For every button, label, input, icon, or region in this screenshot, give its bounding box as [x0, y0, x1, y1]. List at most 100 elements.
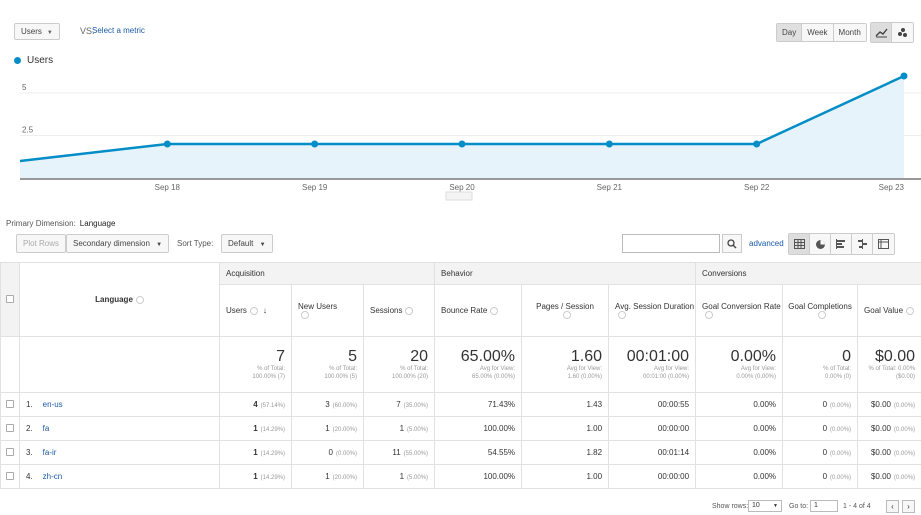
prev-page-button[interactable]: ‹ — [886, 500, 899, 513]
plot-rows-button[interactable]: Plot Rows — [16, 234, 67, 253]
goal-completions-value: 0 — [822, 448, 828, 457]
new-users-cell: 1 (20.00%) — [291, 416, 364, 441]
goto-input[interactable]: 1 — [810, 500, 838, 512]
avg-duration-cell: 00:00:00 — [608, 416, 697, 441]
metric-select[interactable]: Users ▼ — [14, 23, 60, 40]
data-view-button[interactable] — [789, 234, 810, 254]
line-chart-button[interactable] — [871, 23, 892, 42]
chevron-down-icon: ▼ — [773, 503, 778, 509]
language-link[interactable]: zh-cn — [43, 472, 63, 481]
goal-value-column-header[interactable]: Goal Value — [857, 284, 921, 337]
goal-value-cell: $0.00 (0.00%) — [857, 464, 921, 489]
show-rows-label: Show rows: — [712, 503, 749, 510]
chevron-left-icon: ‹ — [891, 502, 894, 511]
goal-completions-percent: (0.00%) — [830, 427, 852, 433]
total-goal-completions-value: 0 — [842, 348, 852, 365]
bounce-rate-cell: 54.55% — [434, 440, 523, 465]
sort-type-value: Default — [228, 239, 254, 248]
language-cell: 2. fa — [19, 416, 220, 441]
new-users-value: 0 — [328, 448, 333, 457]
total-goal-conv-rate-sub1: Avg for View: — [740, 366, 777, 372]
bounce-rate-header-label: Bounce Rate — [441, 306, 488, 315]
secondary-dimension-dropdown[interactable]: Secondary dimension ▼ — [66, 234, 170, 253]
table-grid-icon — [793, 239, 805, 249]
help-icon[interactable] — [618, 311, 627, 320]
avg-duration-cell: 00:00:00 — [608, 464, 697, 489]
language-link[interactable]: fa-ir — [43, 448, 57, 457]
total-avg-duration-sub1: Avg for View: — [653, 366, 690, 372]
pivot-view-button[interactable] — [873, 234, 894, 254]
total-pages-session-value: 1.60 — [570, 348, 603, 365]
goal-value-percent: (0.00%) — [894, 451, 916, 457]
users-column-header[interactable]: Users ↓ — [219, 284, 292, 337]
row-checkbox[interactable] — [6, 399, 14, 408]
help-icon[interactable] — [249, 306, 258, 315]
pie-chart-icon — [815, 239, 825, 249]
help-icon[interactable] — [817, 311, 826, 320]
select-metric-link[interactable]: Select a metric — [92, 26, 145, 35]
goal-conv-rate-cell: 0.00% — [695, 392, 784, 417]
next-page-button[interactable]: › — [902, 500, 915, 513]
performance-view-button[interactable] — [831, 234, 852, 254]
range-day-button[interactable]: Day — [777, 24, 803, 41]
data-point — [163, 140, 171, 148]
motion-chart-button[interactable] — [892, 23, 913, 42]
row-checkbox[interactable] — [6, 471, 14, 480]
language-link[interactable]: fa — [43, 424, 50, 433]
language-header-label: Language — [95, 295, 133, 304]
sort-type-dropdown[interactable]: Default ▼ — [221, 234, 273, 253]
total-bounce-rate-sub2: 65.00% (0.00%) — [472, 374, 516, 380]
total-users-sub1: % of Total: — [257, 366, 285, 372]
help-icon[interactable] — [562, 311, 571, 320]
sort-desc-icon: ↓ — [262, 306, 267, 315]
goal-conv-rate-column-header[interactable]: Goal Conversion Rate — [695, 284, 784, 337]
x-tick-label: Sep 23 — [879, 183, 905, 192]
page-range: 1 - 4 of 4 — [843, 503, 871, 510]
chevron-down-icon: ▼ — [259, 242, 266, 248]
percentage-view-button[interactable] — [810, 234, 831, 254]
total-bounce-rate-sub1: Avg for View: — [479, 366, 516, 372]
show-rows-select[interactable]: 10 ▼ — [748, 500, 782, 512]
total-goal-completions-sub1: % of Total: — [823, 366, 852, 372]
bounce-rate-column-header[interactable]: Bounce Rate — [434, 284, 523, 337]
goal-completions-percent: (0.00%) — [830, 475, 852, 481]
totals-empty-cell — [0, 336, 20, 393]
help-icon[interactable] — [405, 306, 414, 315]
help-icon[interactable] — [135, 295, 144, 304]
search-button[interactable] — [722, 234, 742, 253]
help-icon[interactable] — [301, 311, 309, 320]
goal-value-value: $0.00 — [870, 472, 892, 481]
row-checkbox[interactable] — [6, 447, 14, 456]
row-select-cell — [0, 464, 20, 489]
help-icon[interactable] — [490, 306, 499, 315]
comparison-view-button[interactable] — [852, 234, 873, 254]
select-all-checkbox[interactable] — [6, 294, 14, 303]
help-icon[interactable] — [906, 306, 915, 315]
language-link[interactable]: en-us — [43, 400, 63, 409]
users-value: 1 — [253, 424, 258, 433]
y-tick-label: 5 — [22, 83, 27, 92]
total-new-users-sub2: 100.00% (5) — [324, 374, 357, 380]
new-users-header-label: New Users — [298, 301, 338, 311]
goal-completions-column-header[interactable]: Goal Completions — [782, 284, 859, 337]
users-value: 1 — [253, 448, 258, 457]
sessions-column-header[interactable]: Sessions — [362, 284, 436, 337]
users-cell: 1 (14.29%) — [219, 464, 292, 489]
table-row: 4. zh-cn 1 (14.29%) 1 (20.00%) 1 (5.00%) 100.00%… — [0, 464, 921, 489]
avg-duration-column-header[interactable]: Avg. Session Duration — [608, 284, 697, 337]
row-checkbox[interactable] — [6, 423, 14, 432]
pages-session-cell: 1.82 — [521, 440, 610, 465]
language-column-header[interactable]: Language — [19, 262, 220, 337]
sessions-percent: (35.00%) — [403, 403, 429, 409]
help-icon[interactable] — [705, 311, 714, 320]
row-index: 1. — [26, 400, 33, 409]
range-week-button[interactable]: Week — [802, 24, 834, 41]
avg-duration-cell: 00:00:55 — [608, 392, 697, 417]
total-goal-value-sub1: % of Total: 0.00% — [868, 366, 916, 372]
pages-session-column-header[interactable]: Pages / Session — [521, 284, 610, 337]
table-search-input[interactable] — [622, 234, 720, 253]
range-month-button[interactable]: Month — [833, 24, 866, 41]
total-new-users-value: 5 — [348, 348, 357, 365]
new-users-column-header[interactable]: New Users — [291, 284, 364, 337]
advanced-filter-link[interactable]: advanced — [749, 239, 784, 248]
